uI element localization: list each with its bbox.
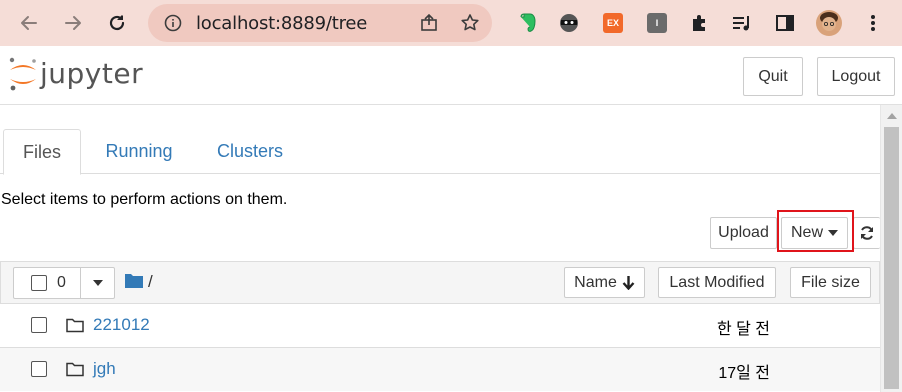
folder-link[interactable]: 221012	[93, 315, 150, 335]
select-all-checkbox[interactable]	[31, 275, 47, 291]
bookmark-star-icon[interactable]	[460, 13, 480, 33]
extensions-button[interactable]	[688, 11, 712, 35]
i-extension[interactable]: I	[645, 11, 669, 35]
puzzle-icon	[693, 15, 705, 31]
jupyter-logo-icon[interactable]	[6, 56, 40, 92]
breadcrumb[interactable]: /	[148, 272, 153, 292]
side-panel-button[interactable]	[773, 11, 797, 35]
modified-time: 17일 전	[718, 365, 770, 382]
media-playlist-icon	[733, 16, 749, 31]
scrollbar-thumb[interactable]	[884, 127, 899, 389]
caret-down-icon	[93, 280, 103, 286]
side-panel-icon	[776, 15, 794, 31]
evernote-extension[interactable]	[515, 11, 539, 35]
quit-button[interactable]: Quit	[743, 57, 803, 96]
folder-outline-icon	[66, 362, 84, 377]
menu-button[interactable]	[861, 11, 885, 35]
file-list-header: 0 / Name Last Modified File size	[0, 261, 880, 303]
ninja-extension[interactable]	[557, 11, 581, 35]
share-icon[interactable]	[420, 14, 440, 32]
page-scrollbar[interactable]	[880, 105, 902, 392]
tab-running[interactable]: Running	[95, 129, 183, 174]
tab-clusters[interactable]: Clusters	[205, 129, 295, 174]
ex-extension[interactable]: EX	[601, 11, 625, 35]
row-checkbox[interactable]	[31, 317, 47, 333]
more-vert-icon	[871, 15, 875, 31]
selected-count: 0	[57, 274, 66, 291]
media-button[interactable]	[730, 11, 754, 35]
select-all-dropdown[interactable]: 0	[13, 267, 115, 299]
column-name-label: Name	[574, 273, 617, 291]
reload-button[interactable]	[102, 8, 132, 38]
forward-icon	[65, 16, 81, 30]
logout-button[interactable]: Logout	[817, 57, 895, 96]
list-item[interactable]: 221012 한 달 전	[0, 303, 880, 347]
i-extension-icon: I	[647, 13, 667, 33]
scroll-up-arrow-icon[interactable]	[887, 113, 897, 119]
profile-button[interactable]	[815, 9, 843, 37]
jupyter-header: jupyter Quit Logout	[0, 46, 902, 105]
back-icon	[21, 16, 37, 30]
url-text: localhost:8889/tree	[196, 13, 368, 34]
selection-hint: Select items to perform actions on them.	[1, 191, 288, 208]
reload-icon	[109, 15, 125, 31]
tab-bar: Files Running Clusters	[0, 129, 880, 175]
tab-files[interactable]: Files	[3, 129, 81, 175]
refresh-button[interactable]	[853, 217, 880, 249]
forward-button[interactable]	[58, 8, 88, 38]
modified-time: 한 달 전	[716, 321, 770, 338]
arrow-down-icon	[622, 275, 635, 290]
folder-link[interactable]: jgh	[93, 359, 116, 379]
jupyter-wordmark[interactable]: jupyter	[40, 57, 143, 90]
ex-extension-icon: EX	[603, 13, 623, 33]
upload-button[interactable]: Upload	[710, 217, 777, 249]
address-bar[interactable]: localhost:8889/tree	[148, 4, 492, 42]
browser-toolbar: localhost:8889/tree EX I	[0, 0, 902, 46]
evernote-icon	[520, 13, 536, 32]
sort-name-button[interactable]: Name	[564, 267, 645, 298]
ninja-icon	[560, 14, 578, 32]
site-info-icon[interactable]	[164, 14, 182, 32]
folder-icon[interactable]	[125, 273, 143, 288]
row-checkbox[interactable]	[31, 361, 47, 377]
folder-outline-icon	[66, 318, 84, 333]
sort-file-size-button[interactable]: File size	[790, 267, 871, 298]
dropdown-divider	[80, 268, 81, 298]
back-button[interactable]	[14, 8, 44, 38]
refresh-icon	[861, 226, 873, 240]
profile-avatar	[816, 10, 842, 36]
new-button-highlight	[777, 210, 854, 252]
sort-last-modified-button[interactable]: Last Modified	[658, 267, 776, 298]
list-item[interactable]: jgh 17일 전	[0, 347, 880, 391]
